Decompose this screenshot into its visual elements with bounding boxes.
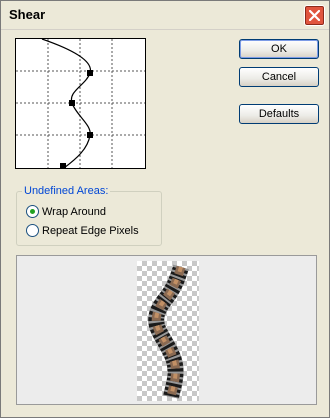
preview-area: [16, 255, 317, 405]
dialog-title: Shear: [9, 7, 46, 22]
curve-point[interactable]: [87, 132, 93, 138]
undefined-areas-label: Undefined Areas:: [22, 185, 111, 197]
curve-point[interactable]: [69, 100, 75, 106]
curve-point[interactable]: [60, 163, 66, 169]
title-bar[interactable]: Shear: [1, 1, 329, 30]
wrap-around-label[interactable]: Wrap Around: [42, 204, 106, 220]
preview-canvas: [137, 261, 199, 401]
repeat-edge-pixels-label[interactable]: Repeat Edge Pixels: [42, 223, 139, 239]
close-icon: [309, 10, 320, 21]
shear-curve-grid[interactable]: [15, 38, 146, 169]
preview-image: [148, 264, 189, 399]
shear-dialog: Shear OK Cancel Defaults Undefined Areas…: [0, 0, 330, 418]
ok-button[interactable]: OK: [239, 39, 319, 59]
cancel-button[interactable]: Cancel: [239, 67, 319, 87]
repeat-edge-pixels-radio[interactable]: [26, 224, 39, 237]
close-button[interactable]: [304, 5, 325, 26]
curve-point[interactable]: [87, 70, 93, 76]
shear-curve[interactable]: [16, 38, 145, 169]
defaults-button[interactable]: Defaults: [239, 104, 319, 124]
wrap-around-radio[interactable]: [26, 205, 39, 218]
